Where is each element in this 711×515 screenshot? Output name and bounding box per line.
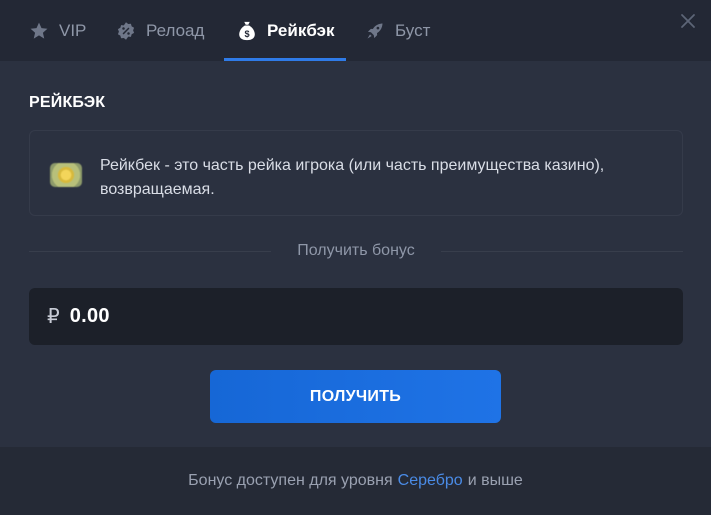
ruble-icon: ₽ bbox=[47, 306, 60, 328]
footer-prefix: Бонус доступен для уровня bbox=[188, 472, 393, 489]
coin-icon bbox=[50, 163, 82, 187]
footer-note: Бонус доступен для уровня Серебро и выше bbox=[0, 447, 711, 515]
tab-vip-label: VIP bbox=[59, 20, 87, 40]
tab-reload[interactable]: Релоад bbox=[115, 0, 204, 61]
close-icon[interactable] bbox=[679, 12, 697, 30]
rakeback-info-card: Рейкбек - это часть рейка игрока (или ча… bbox=[29, 130, 683, 216]
tab-rakeback-label: Рейкбэк bbox=[267, 20, 335, 40]
rakeback-description: Рейкбек - это часть рейка игрока (или ча… bbox=[100, 157, 605, 198]
tab-boost-label: Буст bbox=[395, 20, 431, 40]
tab-reload-label: Релоад bbox=[146, 20, 205, 40]
reload-badge-icon bbox=[115, 20, 137, 42]
rocket-icon bbox=[364, 20, 386, 42]
divider-right bbox=[441, 251, 683, 252]
svg-text:$: $ bbox=[244, 28, 249, 38]
active-tab-indicator bbox=[224, 58, 346, 61]
claim-button[interactable]: ПОЛУЧИТЬ bbox=[210, 370, 501, 423]
bonus-amount-field: ₽ 0.00 bbox=[29, 288, 683, 345]
claim-bonus-label: Получить бонус bbox=[297, 242, 415, 259]
tab-vip[interactable]: VIP bbox=[28, 0, 86, 61]
footer-suffix: и выше bbox=[467, 472, 523, 489]
level-link[interactable]: Серебро bbox=[398, 472, 463, 490]
rakeback-modal: VIP Релоад $ Рейкбэк Буст РЕЙКБЭК Рейкбе… bbox=[0, 0, 711, 515]
money-bag-icon: $ bbox=[236, 20, 258, 42]
divider-left bbox=[29, 251, 271, 252]
tab-rakeback[interactable]: $ Рейкбэк bbox=[236, 0, 335, 61]
tab-boost[interactable]: Буст bbox=[364, 0, 430, 61]
star-icon bbox=[28, 20, 50, 42]
tab-bar: VIP Релоад $ Рейкбэк Буст bbox=[0, 0, 711, 61]
section-title: РЕЙКБЭК bbox=[29, 94, 106, 111]
bonus-amount-value: 0.00 bbox=[69, 305, 110, 327]
